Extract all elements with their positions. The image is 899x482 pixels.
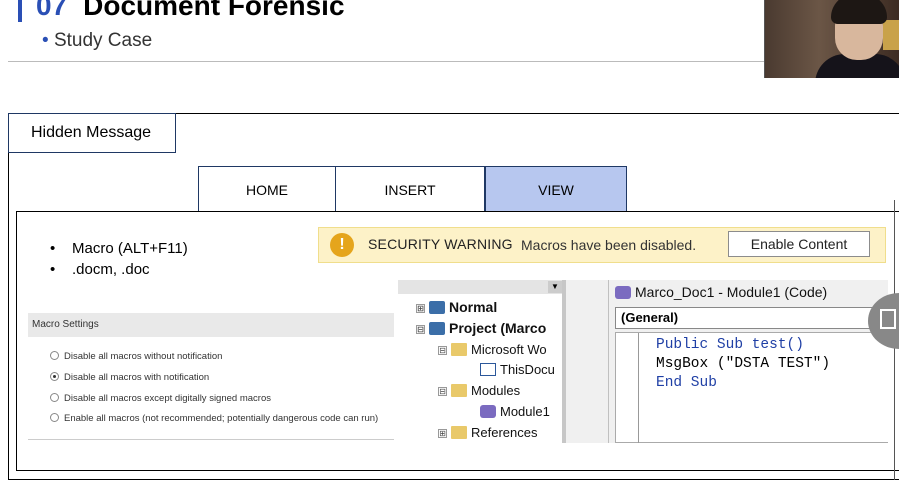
code-line: Public Sub test() bbox=[656, 337, 804, 353]
code-line: End Sub bbox=[656, 375, 717, 391]
code-window-title: Marco_Doc1 - Module1 (Code) bbox=[615, 284, 827, 300]
bullet-list: Macro (ALT+F11) .docm, .doc bbox=[48, 238, 188, 280]
macro-option-radio[interactable]: Disable all macros except digitally sign… bbox=[50, 393, 271, 404]
webcam-poster bbox=[883, 20, 899, 50]
radio-button[interactable] bbox=[50, 393, 59, 402]
project-explorer-toolbar: ▼ bbox=[398, 280, 562, 294]
slide-number: 07 bbox=[36, 0, 68, 21]
folder-icon bbox=[451, 384, 467, 397]
folder-icon bbox=[451, 343, 467, 356]
tree-item-normal[interactable]: ⊞ Normal bbox=[416, 299, 497, 315]
collapse-icon[interactable]: ⊟ bbox=[438, 387, 447, 396]
code-gutter bbox=[638, 333, 639, 443]
slide-title-text: Document Forensic bbox=[83, 0, 345, 21]
tree-item-thisdocument[interactable]: ThisDocu bbox=[480, 362, 555, 377]
radio-button-selected[interactable] bbox=[50, 372, 59, 381]
macro-option-label: Enable all macros (not recommended; pote… bbox=[64, 413, 379, 424]
object-dropdown[interactable]: (General) bbox=[615, 307, 888, 329]
title-divider bbox=[8, 61, 764, 62]
macro-option-radio[interactable]: Disable all macros without notification bbox=[50, 351, 222, 362]
macro-settings-header: Macro Settings bbox=[28, 313, 394, 337]
macro-option-label: Disable all macros except digitally sign… bbox=[64, 393, 271, 404]
radio-button[interactable] bbox=[50, 413, 59, 422]
dropdown-arrow-icon[interactable]: ▼ bbox=[548, 281, 562, 293]
code-window: Marco_Doc1 - Module1 (Code) (General) Pu… bbox=[608, 280, 888, 443]
module-icon bbox=[615, 286, 631, 299]
tree-item-microsoft-word-objects[interactable]: ⊟ Microsoft Wo bbox=[438, 342, 547, 357]
tree-item-label: Microsoft Wo bbox=[471, 342, 547, 357]
tree-item-label: Normal bbox=[449, 299, 498, 315]
warning-shield-icon: ! bbox=[330, 233, 354, 257]
expand-icon bbox=[880, 309, 896, 329]
code-window-title-text: Marco_Doc1 - Module1 (Code) bbox=[635, 284, 828, 300]
title-accent-bar bbox=[18, 0, 22, 22]
ribbon-tab-home[interactable]: HOME bbox=[198, 166, 336, 212]
collapse-icon[interactable]: ⊟ bbox=[438, 346, 447, 355]
folder-icon bbox=[451, 426, 467, 439]
radio-button[interactable] bbox=[50, 351, 59, 360]
bullet-item: Macro (ALT+F11) bbox=[48, 238, 188, 259]
macro-option-radio[interactable]: Disable all macros with notification bbox=[50, 372, 209, 383]
subtitle-bullet: • bbox=[42, 30, 49, 51]
slide-subtitle: • Study Case bbox=[42, 30, 152, 52]
macro-settings-divider bbox=[28, 439, 394, 440]
macro-option-radio[interactable]: Enable all macros (not recommended; pote… bbox=[50, 413, 378, 424]
collapse-icon[interactable]: ⊟ bbox=[416, 325, 425, 334]
security-warning-message: Macros have been disabled. bbox=[521, 237, 697, 253]
subtitle-text: Study Case bbox=[53, 30, 153, 51]
webcam-video bbox=[764, 0, 899, 78]
tree-item-label: Modules bbox=[471, 383, 521, 398]
module-icon bbox=[480, 405, 496, 418]
project-explorer: ▼ ⊞ Normal ⊟ Project (Marco ⊟ Microsoft Wo … bbox=[398, 280, 566, 443]
macro-option-label: Disable all macros without notification bbox=[64, 351, 223, 362]
tree-item-label: References bbox=[471, 425, 538, 440]
macro-option-label: Disable all macros with notification bbox=[64, 372, 210, 383]
project-node-icon bbox=[429, 301, 445, 314]
tree-item-modules[interactable]: ⊟ Modules bbox=[438, 383, 520, 398]
tree-item-label: Project (Marco bbox=[449, 320, 547, 336]
page-title: 07 Document Forensic bbox=[36, 0, 345, 22]
expand-icon[interactable]: ⊞ bbox=[416, 304, 425, 313]
enable-content-button[interactable]: Enable Content bbox=[728, 231, 870, 257]
tree-item-project[interactable]: ⊟ Project (Marco bbox=[416, 320, 546, 336]
webcam-person-hair bbox=[831, 0, 887, 24]
expand-icon[interactable]: ⊞ bbox=[438, 429, 447, 438]
tree-item-label: ThisDocu bbox=[500, 362, 555, 377]
word-document-icon bbox=[480, 363, 496, 376]
ribbon-tab-insert[interactable]: INSERT bbox=[335, 166, 485, 212]
hidden-message-tab: Hidden Message bbox=[8, 113, 176, 153]
code-line: MsgBox ("DSTA TEST") bbox=[656, 356, 831, 372]
ribbon-tab-view[interactable]: VIEW bbox=[485, 166, 627, 212]
tree-item-references[interactable]: ⊞ References bbox=[438, 425, 537, 440]
code-editor[interactable]: Public Sub test() MsgBox ("DSTA TEST") E… bbox=[615, 332, 888, 443]
tree-item-label: Module1 bbox=[500, 404, 550, 419]
vba-editor: ▼ ⊞ Normal ⊟ Project (Marco ⊟ Microsoft Wo … bbox=[398, 280, 888, 443]
security-warning-title: SECURITY WARNING bbox=[368, 236, 513, 252]
project-node-icon bbox=[429, 322, 445, 335]
macro-settings-panel: Macro Settings Disable all macros withou… bbox=[28, 313, 394, 443]
tree-item-module1[interactable]: Module1 bbox=[480, 404, 550, 419]
bullet-item: .docm, .doc bbox=[48, 259, 188, 280]
